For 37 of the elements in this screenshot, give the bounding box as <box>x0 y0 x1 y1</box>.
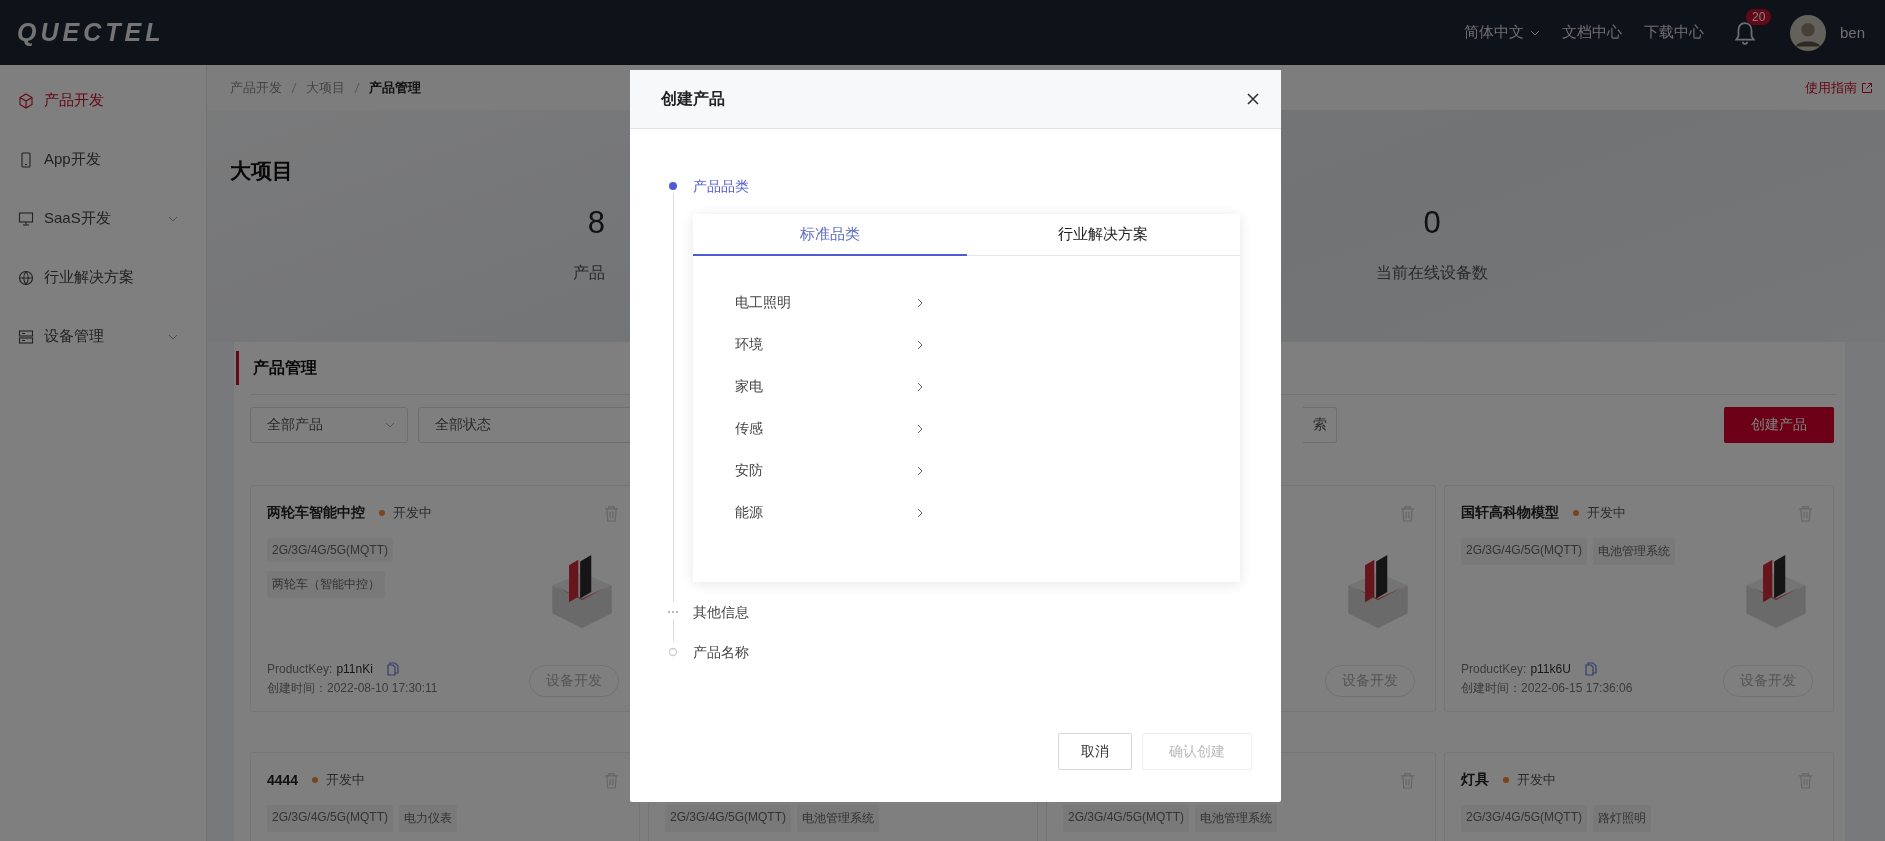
stat-value: 8 <box>587 205 605 241</box>
tag: 2G/3G/4G/5G(MQTT) <box>665 805 791 832</box>
product-name: 两轮车智能中控 <box>267 504 365 522</box>
step-label: 产品品类 <box>693 177 750 196</box>
dialog-title: 创建产品 <box>661 88 725 109</box>
tag: 电池管理系统 <box>797 805 879 832</box>
section-title: 产品管理 <box>236 351 317 385</box>
status-label: 开发中 <box>1503 771 1556 789</box>
product-key-label: ProductKey: <box>1461 662 1527 676</box>
step-label: 产品名称 <box>693 643 749 662</box>
tag: 路灯照明 <box>1593 805 1651 832</box>
status-label: 开发中 <box>312 771 366 789</box>
product-name: 国轩高科物模型 <box>1461 504 1559 522</box>
product-key: p11k6U <box>1530 662 1571 676</box>
step-label: 其他信息 <box>693 603 749 622</box>
status-label: 开发中 <box>1573 504 1626 522</box>
created-time: 创建时间：2022-08-10 17:30:11 <box>267 680 439 697</box>
stat-value: 0 <box>1423 205 1441 241</box>
tag: 电池管理系统 <box>1195 805 1277 832</box>
tag: 2G/3G/4G/5G(MQTT) <box>1461 805 1587 832</box>
tag: 2G/3G/4G/5G(MQTT) <box>1461 538 1587 565</box>
status-label: 开发中 <box>379 504 432 522</box>
product-key: p11nKi <box>336 662 373 676</box>
tag: 电力仪表 <box>399 805 457 832</box>
product-name: 灯具 <box>1461 771 1489 789</box>
tag: 2G/3G/4G/5G(MQTT) <box>1063 805 1189 832</box>
tag: 电池管理系统 <box>1593 538 1675 565</box>
project-title: 大项目 <box>230 158 294 184</box>
stat-label: 当前在线设备数 <box>1376 263 1488 283</box>
tag: 两轮车（智能中控） <box>267 571 385 598</box>
stat-label: 产品 <box>573 263 605 283</box>
product-name: 4444 <box>267 772 299 788</box>
tag: 2G/3G/4G/5G(MQTT) <box>267 805 393 832</box>
notification-badge: 20 <box>1745 8 1772 25</box>
created-time: 创建时间：2022-06-15 17:36:06 <box>1461 680 1634 697</box>
product-key-label: ProductKey: <box>267 662 333 676</box>
tag: 2G/3G/4G/5G(MQTT) <box>267 538 393 562</box>
